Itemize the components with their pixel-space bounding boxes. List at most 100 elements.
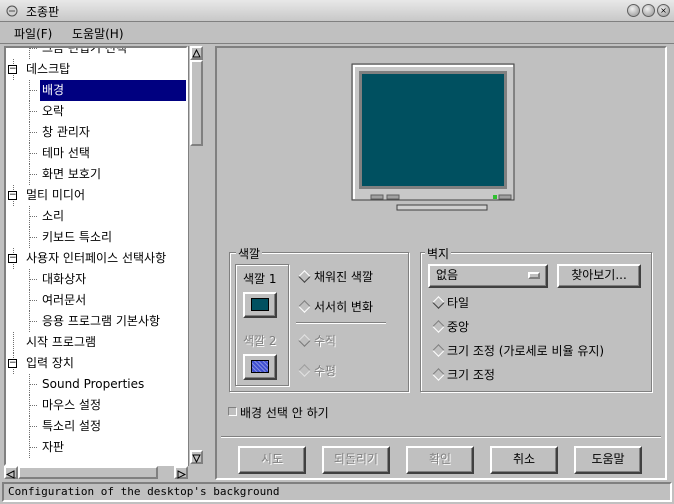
scroll-up-icon[interactable]: [190, 46, 203, 60]
tree-item[interactable]: 소리: [6, 206, 186, 227]
tree-item[interactable]: 응용 프로그램 기본사항: [6, 311, 186, 332]
tree-item[interactable]: 배경: [6, 80, 186, 101]
tree-item-label: 배경: [40, 80, 186, 101]
collapse-icon[interactable]: −: [8, 359, 17, 368]
menu-help[interactable]: 도움말(H): [72, 25, 124, 42]
fill-solid-label: 채워진 색깔: [314, 270, 374, 284]
tree-horizontal-scrollbar[interactable]: [4, 466, 204, 480]
tree-item-label: 대화상자: [42, 272, 87, 286]
tree-item[interactable]: 창 관리자: [6, 122, 186, 143]
button-divider: [221, 436, 661, 438]
minimize-icon[interactable]: [627, 4, 640, 17]
tree-connector: [13, 332, 14, 353]
tree-connector: [29, 384, 37, 385]
collapse-icon[interactable]: −: [8, 191, 17, 200]
tree-item[interactable]: − 입력 장치: [6, 353, 186, 374]
tree-connector: [29, 132, 37, 133]
tree-item-label: 그놈 편집기 선택: [42, 46, 127, 55]
collapse-icon[interactable]: −: [8, 254, 17, 263]
option-menu-icon: [528, 272, 540, 279]
window-menu-icon[interactable]: [6, 5, 18, 17]
color-divider: [296, 322, 386, 324]
tree-item-label: 소리: [42, 209, 65, 223]
vertical-label: 수직: [314, 334, 337, 348]
maximize-icon[interactable]: [642, 4, 655, 17]
color-group-title: 색깔: [236, 245, 263, 262]
tree-vertical-scrollbar[interactable]: [188, 46, 204, 466]
wallpaper-select-value: 없음: [436, 268, 459, 282]
tree-item[interactable]: − 멀티 미디어: [6, 185, 186, 206]
wallpaper-select[interactable]: 없음: [428, 264, 548, 288]
tree-item-label: 오락: [42, 104, 65, 118]
capplet-tree: 그놈 편집기 선택 − 데스크탑 배경 오락 창 관리자 테마 선택 화면 보호기 − 멀티 미디…: [4, 46, 188, 466]
scroll-right-icon[interactable]: [174, 466, 188, 479]
color2-button[interactable]: [243, 354, 277, 380]
monitor-screen: [362, 74, 504, 186]
close-icon[interactable]: ×: [657, 4, 670, 17]
tree-item-label: 응용 프로그램 기본사항: [42, 314, 161, 328]
tree-item[interactable]: 특소리 설정: [6, 416, 186, 437]
tile-label: 타일: [447, 296, 470, 310]
try-button[interactable]: 시도: [238, 446, 306, 474]
status-bar: Configuration of the desktop's backgroun…: [2, 482, 672, 502]
tree-item[interactable]: 화면 보호기: [6, 164, 186, 185]
scroll-left-icon[interactable]: [4, 466, 18, 479]
tree-connector: [29, 405, 37, 406]
scroll-down-icon[interactable]: [190, 450, 203, 464]
tree-item-label: 테마 선택: [42, 146, 90, 160]
tree-item-label: 입력 장치: [26, 356, 74, 370]
tree-item[interactable]: − 사용자 인터페이스 선택사항: [6, 248, 186, 269]
tree-item-label: 멀티 미디어: [26, 188, 86, 202]
no-background-checkbox[interactable]: [228, 407, 237, 416]
tree-item-label: 시작 프로그램: [26, 335, 97, 349]
tree-item[interactable]: 시작 프로그램: [6, 332, 186, 353]
browse-button[interactable]: 찾아보기...: [557, 264, 641, 288]
tree-connector: [29, 153, 37, 154]
tree-item-label: 여러문서: [42, 293, 87, 307]
tree-item-label: 키보드 특소리: [42, 230, 113, 244]
tree-item[interactable]: 대화상자: [6, 269, 186, 290]
scale-label: 크기 조정: [447, 368, 495, 382]
tree-item-label: 데스크탑: [26, 62, 71, 76]
color1-swatch: [251, 298, 269, 311]
tree-connector: [29, 237, 37, 238]
tree-item[interactable]: − 데스크탑: [6, 59, 186, 80]
color1-label: 색깔 1: [243, 272, 277, 286]
tree-connector: [29, 216, 37, 217]
scroll-thumb[interactable]: [190, 60, 203, 146]
tree-connector: [29, 174, 37, 175]
tree-connector: [29, 321, 37, 322]
tree-item[interactable]: 오락: [6, 101, 186, 122]
tree-connector: [29, 300, 37, 301]
menu-file[interactable]: 파일(F): [14, 25, 52, 42]
title-bar: 조종판 ×: [0, 0, 674, 22]
tree-item-label: 사용자 인터페이스 선택사항: [26, 251, 167, 265]
hscroll-thumb[interactable]: [18, 466, 158, 479]
tree-item[interactable]: 테마 선택: [6, 143, 186, 164]
fill-gradient-label: 서서히 변화: [314, 300, 374, 314]
tree-item-label: 자판: [42, 440, 65, 454]
tree-item[interactable]: 키보드 특소리: [6, 227, 186, 248]
tree-item-label: 화면 보호기: [42, 167, 102, 181]
help-button[interactable]: 도움말: [574, 446, 642, 474]
tree-item[interactable]: 마우스 설정: [6, 395, 186, 416]
ok-button[interactable]: 확인: [406, 446, 474, 474]
tree-item[interactable]: 그놈 편집기 선택: [6, 46, 186, 59]
revert-button[interactable]: 되돌리기: [322, 446, 390, 474]
monitor-preview: [351, 63, 529, 211]
tree-connector: [29, 48, 37, 49]
cancel-button[interactable]: 취소: [490, 446, 558, 474]
tree-item[interactable]: 여러문서: [6, 290, 186, 311]
tree-item-label: 마우스 설정: [42, 398, 102, 412]
tree-item[interactable]: 자판: [6, 437, 186, 458]
tree-item-label: 창 관리자: [42, 125, 90, 139]
collapse-icon[interactable]: −: [8, 65, 17, 74]
color1-button[interactable]: [243, 292, 277, 318]
no-background-label: 배경 선택 안 하기: [240, 406, 329, 420]
window-title: 조종판: [26, 5, 60, 19]
tree-item[interactable]: Sound Properties: [6, 374, 186, 395]
tree-item-label: 특소리 설정: [42, 419, 102, 433]
menu-bar: 파일(F) 도움말(H): [0, 22, 674, 44]
color2-label: 색깔 2: [243, 334, 277, 348]
tree-item-label: Sound Properties: [42, 377, 145, 391]
